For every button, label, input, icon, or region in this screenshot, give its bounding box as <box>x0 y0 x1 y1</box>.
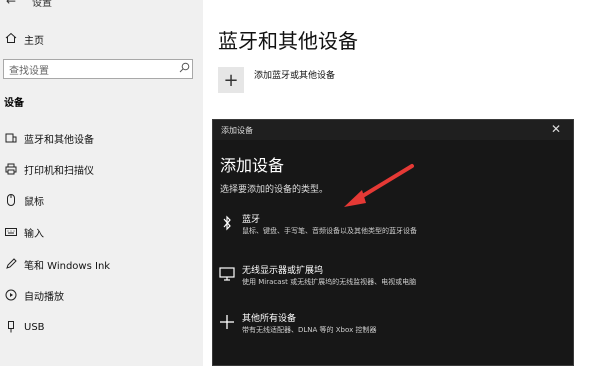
sidebar-item-label: 笔和 Windows Ink <box>24 260 111 272</box>
annotation-arrow <box>344 164 414 207</box>
option-bluetooth[interactable]: 蓝牙 鼠标、键盘、手写笔、音频设备以及其他类型的蓝牙设备 <box>213 212 573 242</box>
keyboard-icon <box>0 227 22 237</box>
plus-icon: + <box>223 69 239 91</box>
section-title: 设备 <box>4 98 24 109</box>
home-nav-item[interactable]: 主页 <box>0 28 203 50</box>
window-title: 设置 <box>32 0 52 9</box>
option-description: 使用 Miracast 或无线扩展坞的无线监视器、电视或电脑 <box>242 278 417 286</box>
sidebar-item-label: 输入 <box>24 228 44 240</box>
search-icon[interactable] <box>176 62 192 76</box>
option-description: 鼠标、键盘、手写笔、音频设备以及其他类型的蓝牙设备 <box>242 227 417 235</box>
sidebar-item-label: USB <box>24 321 45 333</box>
close-icon[interactable]: ✕ <box>551 122 561 136</box>
window-titlebar: ← 设置 <box>0 0 203 9</box>
sidebar-item-printers[interactable]: 打印机和扫描仪 <box>0 158 203 180</box>
dialog-heading: 添加设备 <box>220 156 285 175</box>
autoplay-icon <box>0 289 22 301</box>
sidebar: ← 设置 主页 查找设置 设备 蓝牙和其他设备 打印机和扫描仪 鼠标 输入 笔和… <box>0 0 203 366</box>
option-title: 其他所有设备 <box>242 314 297 324</box>
pen-icon <box>0 258 22 270</box>
option-other-devices[interactable]: 其他所有设备 带有无线适配器、DLNA 等的 Xbox 控制器 <box>213 311 573 341</box>
sidebar-item-autoplay[interactable]: 自动播放 <box>0 284 203 306</box>
bluetooth-icon <box>218 214 236 232</box>
sidebar-item-pen[interactable]: 笔和 Windows Ink <box>0 253 203 275</box>
home-label: 主页 <box>24 35 44 47</box>
plus-icon <box>218 313 236 331</box>
sidebar-item-mouse[interactable]: 鼠标 <box>0 189 203 211</box>
page-title: 蓝牙和其他设备 <box>218 29 358 53</box>
add-device-button[interactable]: + <box>218 67 244 93</box>
dialog-subtitle: 选择要添加的设备的类型。 <box>220 185 329 195</box>
search-placeholder: 查找设置 <box>9 65 49 77</box>
sidebar-item-label: 蓝牙和其他设备 <box>24 134 94 146</box>
add-device-label[interactable]: 添加蓝牙或其他设备 <box>254 68 335 81</box>
dialog-title: 添加设备 <box>221 126 253 135</box>
sidebar-item-label: 鼠标 <box>24 196 44 208</box>
sidebar-item-typing[interactable]: 输入 <box>0 221 203 243</box>
sidebar-item-label: 打印机和扫描仪 <box>24 165 94 177</box>
sidebar-item-bluetooth[interactable]: 蓝牙和其他设备 <box>0 127 203 149</box>
sidebar-item-label: 自动播放 <box>24 291 64 303</box>
printer-icon <box>0 163 22 175</box>
option-wireless-display[interactable]: 无线显示器或扩展坞 使用 Miracast 或无线扩展坞的无线监视器、电视或电脑 <box>213 263 573 293</box>
bluetooth-devices-icon <box>0 132 22 144</box>
home-icon <box>0 32 22 47</box>
mouse-icon <box>0 194 22 206</box>
option-description: 带有无线适配器、DLNA 等的 Xbox 控制器 <box>242 326 377 334</box>
option-title: 无线显示器或扩展坞 <box>242 266 324 276</box>
option-title: 蓝牙 <box>242 215 261 225</box>
add-device-row[interactable]: + 添加蓝牙或其他设备 <box>218 67 335 93</box>
back-arrow-icon[interactable]: ← <box>6 0 16 8</box>
dialog-titlebar: 添加设备 ✕ <box>213 120 573 140</box>
sidebar-item-usb[interactable]: USB <box>0 316 203 338</box>
search-input[interactable]: 查找设置 <box>3 59 193 79</box>
usb-icon <box>0 321 22 333</box>
add-device-dialog: 添加设备 ✕ 添加设备 选择要添加的设备的类型。 蓝牙 鼠标、键盘、手写笔、音频… <box>212 119 574 366</box>
monitor-icon <box>218 265 236 283</box>
